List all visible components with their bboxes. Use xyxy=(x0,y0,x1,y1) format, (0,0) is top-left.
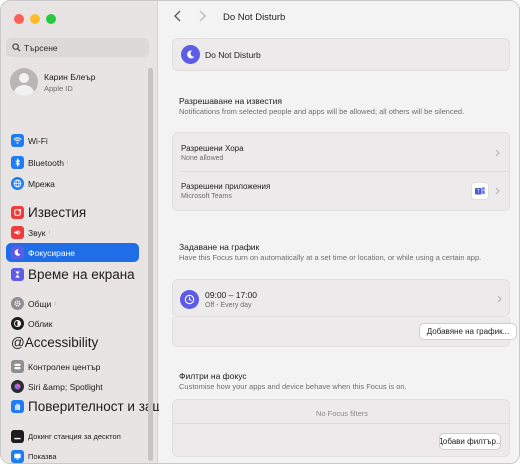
sidebar-item-focus[interactable]: Фокусиране xyxy=(6,243,139,262)
sidebar-item-label: Време на екрана xyxy=(28,267,135,282)
sidebar-item-label: Siri &amp; Spotlight xyxy=(28,381,103,392)
scrollbar-thumb[interactable] xyxy=(148,68,153,461)
allowed-card: Разрешени Хора None allowed Разрешени пр… xyxy=(172,132,510,211)
sidebar-item-label: Контролен център xyxy=(28,361,101,372)
add-filter-button[interactable]: Добави филтър... xyxy=(439,433,501,450)
sidebar-item-label: Показва xyxy=(28,452,57,461)
schedule-time: 09:00 – 17:00 xyxy=(205,289,257,300)
allowed-apps-row[interactable]: Разрешени приложения Microsoft Teams T xyxy=(181,180,501,202)
hand-icon xyxy=(11,400,24,413)
sidebar-item-label: Облик xyxy=(28,318,53,329)
display-icon xyxy=(11,450,24,463)
close-window-button[interactable] xyxy=(14,14,24,24)
allowed-apps-subtitle: Microsoft Teams xyxy=(181,193,232,200)
sidebar-item-label: Bluetooth xyxy=(28,157,64,168)
avatar xyxy=(10,68,38,96)
back-arrow-icon[interactable] xyxy=(173,10,183,22)
globe-icon xyxy=(11,177,24,190)
profile-subtitle: Apple ID xyxy=(44,83,73,93)
microsoft-teams-icon: T xyxy=(471,182,489,200)
sidebar-item-control-center[interactable]: Контролен център xyxy=(6,357,139,376)
divider xyxy=(181,171,509,172)
window-controls xyxy=(14,14,56,24)
schedule-days: Off - Every day xyxy=(205,301,252,309)
sidebar-item-label: Фокусиране xyxy=(28,247,76,258)
control-center-icon xyxy=(11,360,24,373)
sidebar-item-label: Wi-Fi xyxy=(28,135,48,146)
focus-filters-description: Customise how your apps and device behav… xyxy=(179,382,407,391)
sidebar-item-appearance[interactable]: Облик xyxy=(6,314,139,333)
wifi-icon xyxy=(11,134,24,147)
focus-filters-empty: No Focus filters xyxy=(315,409,369,418)
divider xyxy=(173,423,509,424)
svg-text:T: T xyxy=(477,189,480,195)
badge-mark: ı xyxy=(66,159,69,166)
moon-icon xyxy=(11,246,24,259)
add-schedule-button[interactable]: Добавяне на график... xyxy=(419,323,517,340)
siri-icon xyxy=(11,380,24,393)
navigation-arrows xyxy=(173,10,207,22)
sidebar-item-desktop-dock[interactable]: Докинг станция за десктоп xyxy=(6,427,139,446)
main-pane: Do Not Disturb Do Not Disturb Разрешаван… xyxy=(159,1,519,463)
minimize-window-button[interactable] xyxy=(30,14,40,24)
sidebar-item-accessibility[interactable]: @Accessibility xyxy=(6,333,139,352)
apple-id-profile[interactable]: Карин Блеър Apple ID xyxy=(10,68,95,96)
clock-icon xyxy=(180,289,199,309)
page-title: Do Not Disturb xyxy=(223,12,286,23)
sidebar-item-label: Звук xyxy=(28,227,46,238)
focus-filters-title: Филтри на фокус xyxy=(179,371,247,381)
sidebar-item-privacy-security[interactable]: Поверителност и защита xyxy=(6,397,185,416)
dock-icon xyxy=(11,430,24,443)
bluetooth-icon xyxy=(11,156,24,169)
schedule-card[interactable]: 09:00 – 17:00 Off - Every day xyxy=(172,279,510,317)
profile-name: Карин Блеър xyxy=(44,71,96,82)
sidebar-item-general[interactable]: Общи ı xyxy=(6,294,139,313)
bell-icon xyxy=(11,206,24,219)
sidebar-item-sound[interactable]: Звук ı xyxy=(6,223,139,242)
search-input[interactable] xyxy=(24,42,144,53)
allowed-notifications-title: Разрешаване на известия xyxy=(179,96,282,106)
sidebar-item-bluetooth[interactable]: Bluetooth ı xyxy=(6,153,139,172)
sidebar-item-wifi[interactable]: Wi-Fi xyxy=(6,131,139,150)
allowed-notifications-description: Notifications from selected people and a… xyxy=(179,107,465,116)
schedule-title: Задаване на график xyxy=(179,242,260,252)
sidebar-item-screen-time[interactable]: Време на екрана xyxy=(6,265,139,284)
badge-mark: ı xyxy=(54,300,56,307)
schedule-description: Have this Focus turn on automatically at… xyxy=(179,253,482,262)
sidebar-item-label: Известия xyxy=(28,205,87,220)
sidebar-item-siri-spotlight[interactable]: Siri &amp; Spotlight xyxy=(6,377,139,396)
sidebar-item-network[interactable]: Мрежа xyxy=(6,174,139,193)
sidebar-item-label: Мрежа xyxy=(28,178,55,189)
gear-icon xyxy=(11,297,24,310)
sidebar-item-label: @Accessibility xyxy=(11,335,99,350)
allowed-apps-title: Разрешени приложения xyxy=(181,182,271,191)
allowed-people-title: Разрешени Хора xyxy=(181,144,244,153)
focus-name-card[interactable]: Do Not Disturb xyxy=(172,38,510,71)
chevron-right-icon xyxy=(495,149,500,157)
search-icon xyxy=(12,43,21,52)
speaker-icon xyxy=(11,226,24,239)
focus-name: Do Not Disturb xyxy=(205,49,261,60)
sidebar: Карин Блеър Apple ID Wi-Fi Bluetooth ı М… xyxy=(1,1,185,463)
settings-window: Карин Блеър Apple ID Wi-Fi Bluetooth ı М… xyxy=(0,0,520,464)
allowed-people-row[interactable]: Разрешени Хора None allowed xyxy=(181,142,501,164)
search-field[interactable] xyxy=(6,38,149,57)
allowed-people-subtitle: None allowed xyxy=(181,155,224,162)
forward-arrow-icon[interactable] xyxy=(197,10,207,22)
moon-icon xyxy=(181,45,200,64)
sidebar-scrollbar[interactable] xyxy=(148,68,153,461)
hourglass-icon xyxy=(11,268,24,281)
sidebar-item-notifications[interactable]: Известия xyxy=(6,203,139,222)
sidebar-item-label: Докинг станция за десктоп xyxy=(28,432,121,441)
sidebar-item-label: Общи xyxy=(28,298,52,309)
badge-mark: ı xyxy=(48,229,51,236)
chevron-right-icon xyxy=(497,295,502,303)
chevron-right-icon xyxy=(495,187,500,195)
sidebar-item-displays[interactable]: Показва xyxy=(6,447,139,463)
appearance-icon xyxy=(11,317,24,330)
zoom-window-button[interactable] xyxy=(46,14,56,24)
